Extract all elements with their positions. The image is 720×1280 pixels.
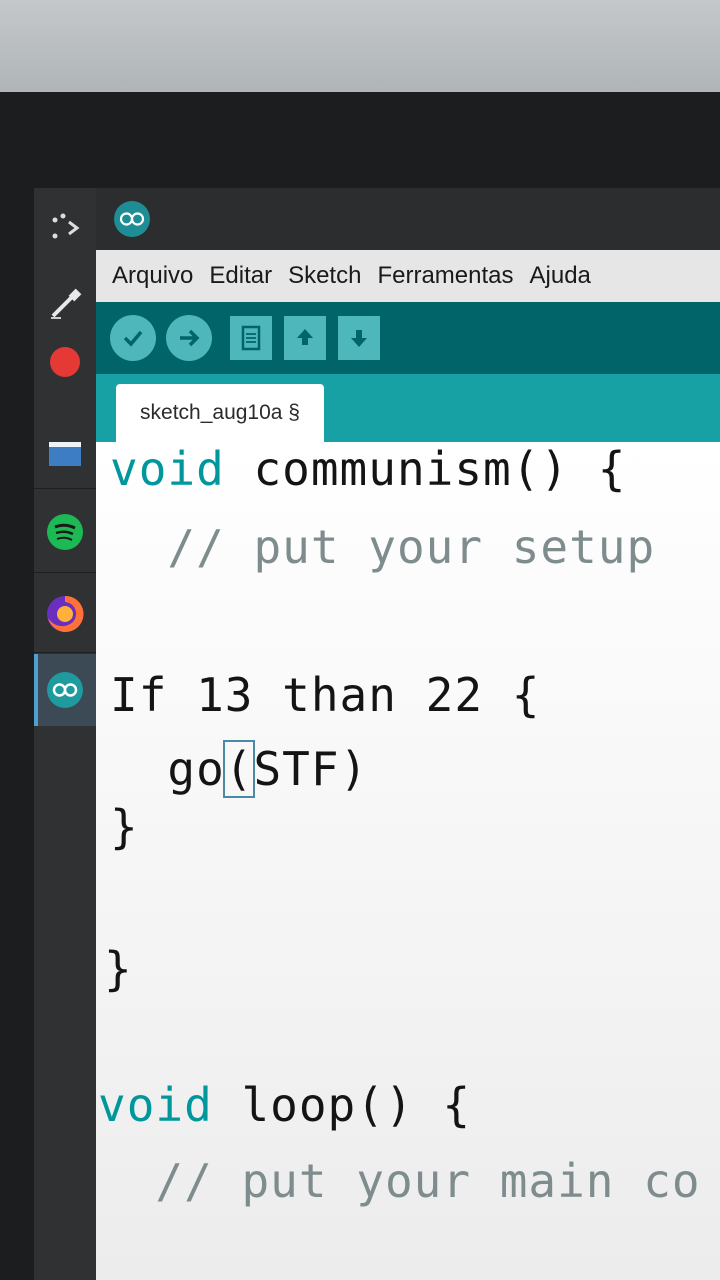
screen: Arquivo Editar Sketch Ferramentas Ajuda	[34, 188, 720, 1280]
tab-sketch[interactable]: sketch_aug10a §	[116, 384, 324, 442]
arduino-window: Arquivo Editar Sketch Ferramentas Ajuda	[96, 188, 720, 1280]
code-line-8: }	[104, 942, 133, 996]
menu-editar[interactable]: Editar	[209, 262, 272, 290]
dock	[34, 188, 96, 1280]
text-cursor: (	[222, 740, 256, 798]
record-icon[interactable]	[34, 326, 96, 398]
open-button[interactable]	[284, 316, 326, 360]
verify-icon	[123, 330, 143, 347]
code-line-6: }	[110, 800, 139, 854]
files-icon[interactable]	[34, 416, 96, 488]
code-line-2: // put your setup	[110, 520, 656, 574]
upload-icon	[180, 329, 200, 347]
spotify-icon[interactable]	[34, 496, 96, 568]
new-icon	[241, 325, 261, 351]
verify-button[interactable]	[110, 315, 156, 361]
save-icon	[351, 330, 367, 347]
save-button[interactable]	[338, 316, 380, 360]
arduino-logo-icon	[114, 201, 150, 237]
code-line-4: If 13 than 22 {	[110, 668, 541, 722]
menu-arquivo[interactable]: Arquivo	[112, 262, 193, 290]
code-editor[interactable]: void communism() { // put your setup If …	[96, 442, 720, 1280]
code-line-11: // put your main co	[98, 1154, 701, 1208]
background-wall	[0, 0, 720, 100]
arduino-icon[interactable]	[34, 654, 96, 726]
menu-ajuda[interactable]: Ajuda	[530, 262, 591, 290]
firefox-icon[interactable]	[34, 578, 96, 650]
new-button[interactable]	[230, 316, 272, 360]
code-line-5: go(STF)	[110, 740, 369, 798]
menu-ferramentas[interactable]: Ferramentas	[377, 262, 513, 290]
menu-sketch[interactable]: Sketch	[288, 262, 361, 290]
code-line-1: void communism() {	[110, 442, 627, 496]
title-bar	[96, 188, 720, 250]
toolbar	[96, 302, 720, 374]
upload-button[interactable]	[166, 315, 212, 361]
launcher-icon[interactable]	[34, 192, 96, 264]
menu-bar: Arquivo Editar Sketch Ferramentas Ajuda	[96, 250, 720, 302]
code-line-10: void loop() {	[98, 1078, 472, 1132]
open-icon	[297, 329, 313, 345]
tab-bar: sketch_aug10a §	[96, 374, 720, 442]
